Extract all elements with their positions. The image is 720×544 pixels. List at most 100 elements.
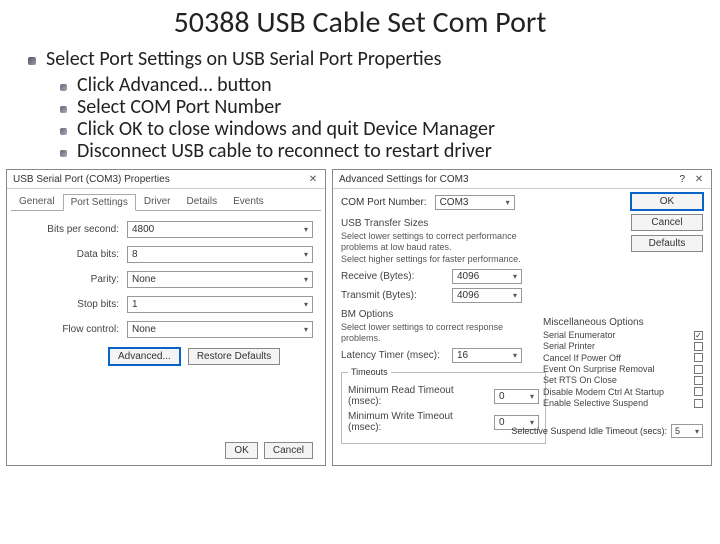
checkbox[interactable] xyxy=(694,342,703,351)
chevron-down-icon: ▾ xyxy=(513,351,517,360)
checkbox[interactable] xyxy=(694,399,703,408)
idle-select[interactable]: 5▾ xyxy=(671,424,703,438)
parity-select[interactable]: None▾ xyxy=(127,271,313,288)
bps-label: Bits per second: xyxy=(19,224,127,235)
chevron-down-icon: ▾ xyxy=(695,427,699,436)
tab-details[interactable]: Details xyxy=(179,193,226,210)
misc-item-label: Serial Printer xyxy=(543,341,690,351)
tx-label: Transmit (Bytes): xyxy=(341,290,446,301)
chevron-down-icon: ▾ xyxy=(304,300,308,309)
advanced-button[interactable]: Advanced... xyxy=(109,348,180,365)
bm-label: BM Options xyxy=(341,309,541,320)
bullet-sub-text: Disconnect USB cable to reconnect to res… xyxy=(77,139,492,163)
cancel-button[interactable]: Cancel xyxy=(631,214,703,231)
stopbits-row: Stop bits: 1▾ xyxy=(19,296,313,313)
bullet-icon xyxy=(60,84,67,91)
port-settings-form: Bits per second: 4800▾ Data bits: 8▾ Par… xyxy=(7,211,325,365)
window-title: Advanced Settings for COM3 xyxy=(339,174,469,185)
flow-select[interactable]: None▾ xyxy=(127,321,313,338)
tab-events[interactable]: Events xyxy=(225,193,272,210)
databits-label: Data bits: xyxy=(19,249,127,260)
checkbox[interactable] xyxy=(694,376,703,385)
chevron-down-icon: ▾ xyxy=(304,250,308,259)
misc-row: Disable Modem Ctrl At Startup xyxy=(543,387,703,397)
bullet-sub: Select COM Port Number xyxy=(60,95,720,119)
misc-item-label: Event On Surprise Removal xyxy=(543,364,690,374)
misc-item-label: Cancel If Power Off xyxy=(543,353,690,363)
tab-port-settings[interactable]: Port Settings xyxy=(63,194,136,211)
misc-item-label: Disable Modem Ctrl At Startup xyxy=(543,387,690,397)
misc-row: Enable Selective Suspend xyxy=(543,398,703,408)
bullet-sub-text: Click Advanced… button xyxy=(77,73,272,97)
usb-note: Select lower settings to correct perform… xyxy=(341,231,541,254)
bullet-icon xyxy=(28,57,36,65)
titlebar: Advanced Settings for COM3 ? ✕ xyxy=(333,170,711,189)
chevron-down-icon: ▾ xyxy=(530,392,534,401)
close-icon[interactable]: ✕ xyxy=(307,173,319,185)
checkbox[interactable] xyxy=(694,353,703,362)
ok-button[interactable]: OK xyxy=(631,193,703,210)
databits-select[interactable]: 8▾ xyxy=(127,246,313,263)
bullet-sub: Disconnect USB cable to reconnect to res… xyxy=(60,139,720,163)
timeouts-legend: Timeouts xyxy=(348,367,391,377)
misc-row: Serial Printer xyxy=(543,341,703,351)
bps-row: Bits per second: 4800▾ xyxy=(19,221,313,238)
titlebar-controls: ? ✕ xyxy=(679,173,705,185)
bullet-sub: Click Advanced… button xyxy=(60,73,720,97)
tab-general[interactable]: General xyxy=(11,193,63,210)
tab-driver[interactable]: Driver xyxy=(136,193,179,210)
ok-button[interactable]: OK xyxy=(225,442,257,459)
stopbits-select[interactable]: 1▾ xyxy=(127,296,313,313)
defaults-button[interactable]: Defaults xyxy=(631,235,703,252)
misc-label: Miscellaneous Options xyxy=(543,317,703,328)
bm-note: Select lower settings to correct respons… xyxy=(341,322,541,345)
chevron-down-icon: ▾ xyxy=(304,325,308,334)
tab-strip: General Port Settings Driver Details Eve… xyxy=(11,193,321,211)
close-icon[interactable]: ✕ xyxy=(693,173,705,185)
latency-select[interactable]: 16▾ xyxy=(452,348,522,363)
help-icon[interactable]: ? xyxy=(679,174,685,185)
chevron-down-icon: ▾ xyxy=(506,198,510,207)
titlebar: USB Serial Port (COM3) Properties ✕ xyxy=(7,170,325,189)
misc-item-label: Serial Enumerator xyxy=(543,330,690,340)
checkbox[interactable] xyxy=(694,387,703,396)
bullet-list: Select Port Settings on USB Serial Port … xyxy=(28,47,720,163)
tx-select[interactable]: 4096▾ xyxy=(452,288,522,303)
bps-select[interactable]: 4800▾ xyxy=(127,221,313,238)
misc-row: Serial Enumerator xyxy=(543,330,703,340)
parity-row: Parity: None▾ xyxy=(19,271,313,288)
window-title: USB Serial Port (COM3) Properties xyxy=(13,174,170,185)
flow-label: Flow control: xyxy=(19,324,127,335)
bullet-main: Select Port Settings on USB Serial Port … xyxy=(28,47,720,71)
restore-defaults-button[interactable]: Restore Defaults xyxy=(188,348,280,365)
checkbox[interactable] xyxy=(694,365,703,374)
stopbits-label: Stop bits: xyxy=(19,299,127,310)
chevron-down-icon: ▾ xyxy=(513,291,517,300)
idle-timeout-row: Selective Suspend Idle Timeout (secs): 5… xyxy=(511,424,703,438)
chevron-down-icon: ▾ xyxy=(513,272,517,281)
bullet-sub-text: Click OK to close windows and quit Devic… xyxy=(77,117,495,141)
advanced-settings-dialog: Advanced Settings for COM3 ? ✕ COM Port … xyxy=(332,169,712,466)
chevron-down-icon: ▾ xyxy=(304,225,308,234)
parity-label: Parity: xyxy=(19,274,127,285)
cancel-button[interactable]: Cancel xyxy=(264,442,313,459)
comport-select[interactable]: COM3▾ xyxy=(435,195,515,210)
databits-row: Data bits: 8▾ xyxy=(19,246,313,263)
bullet-icon xyxy=(60,106,67,113)
misc-row: Event On Surprise Removal xyxy=(543,364,703,374)
rx-select[interactable]: 4096▾ xyxy=(452,269,522,284)
latency-label: Latency Timer (msec): xyxy=(341,350,446,361)
page-title: 50388 USB Cable Set Com Port xyxy=(0,4,720,41)
idle-label: Selective Suspend Idle Timeout (secs): xyxy=(511,426,667,436)
bullet-sub: Click OK to close windows and quit Devic… xyxy=(60,117,720,141)
misc-item-label: Set RTS On Close xyxy=(543,375,690,385)
min-read-select[interactable]: 0▾ xyxy=(494,389,539,404)
comport-label: COM Port Number: xyxy=(341,197,427,208)
misc-options: Miscellaneous Options Serial Enumerator … xyxy=(543,317,703,409)
checkbox[interactable] xyxy=(694,331,703,340)
chevron-down-icon: ▾ xyxy=(304,275,308,284)
bullet-icon xyxy=(60,150,67,157)
min-write-label: Minimum Write Timeout (msec): xyxy=(348,411,488,433)
min-read-label: Minimum Read Timeout (msec): xyxy=(348,385,488,407)
bullet-sub-text: Select COM Port Number xyxy=(77,95,281,119)
